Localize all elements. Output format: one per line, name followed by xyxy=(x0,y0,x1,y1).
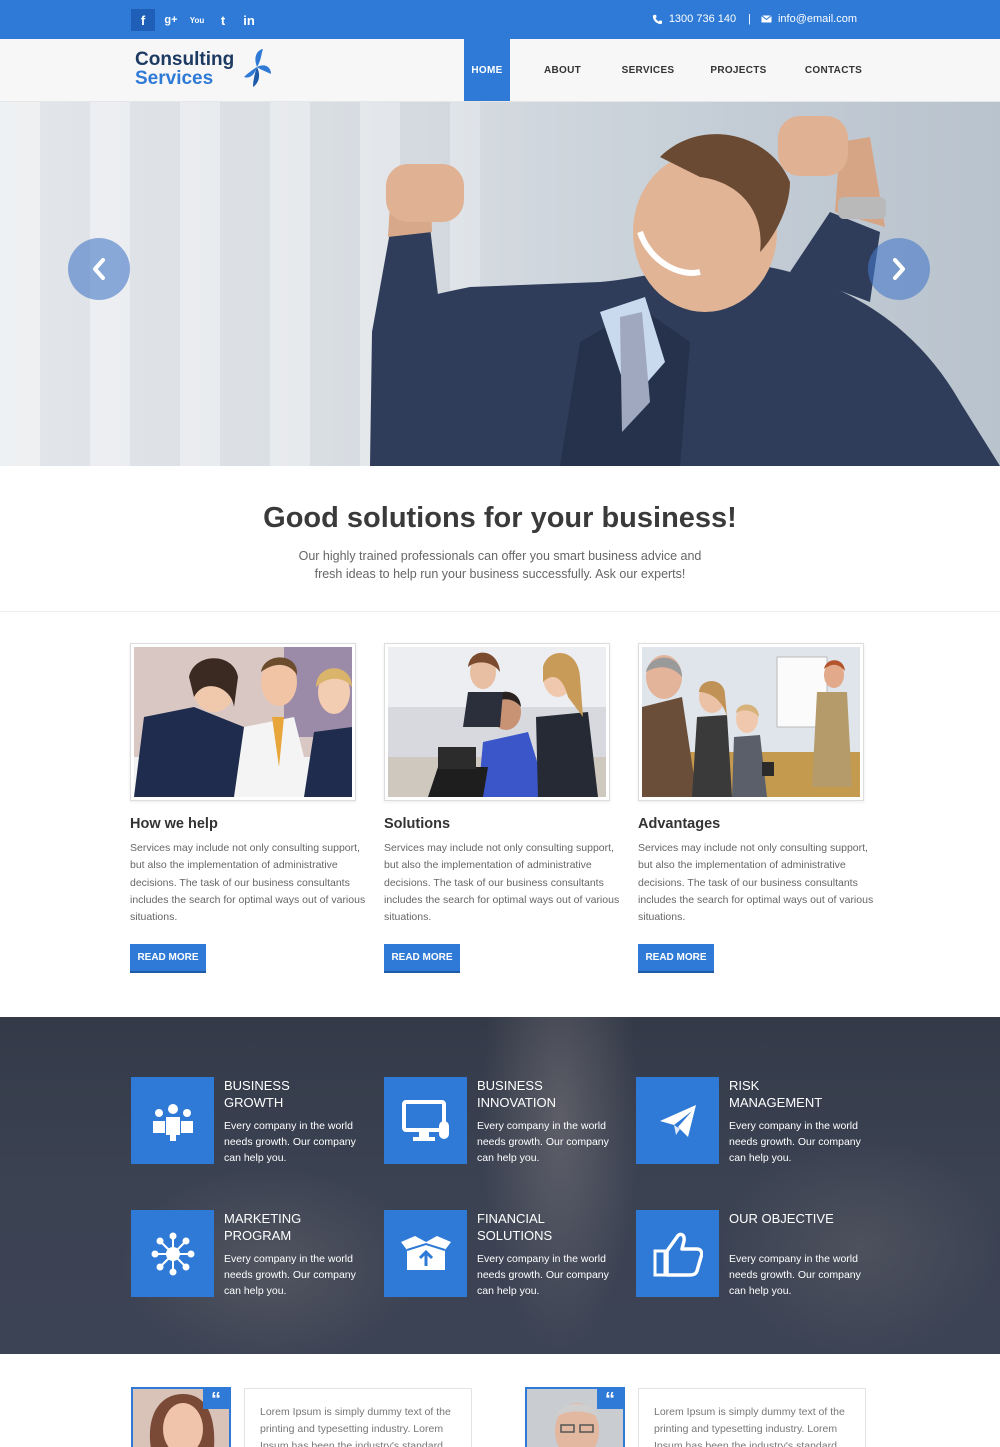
quote-icon: “ xyxy=(203,1387,229,1411)
service-our-objective[interactable]: OUR OBJECTIVE Every company in the world… xyxy=(636,1210,876,1298)
feature-solutions: Solutions Services may include not only … xyxy=(384,643,624,973)
google-plus-icon[interactable]: g+ xyxy=(158,9,184,31)
logo-line2: Services xyxy=(135,68,214,89)
testimonial-text: Lorem Ipsum is simply dummy text of the … xyxy=(638,1388,866,1447)
band-background xyxy=(480,1017,640,1354)
team-icon xyxy=(131,1077,214,1164)
chevron-left-icon xyxy=(93,258,105,280)
service-text: Every company in the world needs growth.… xyxy=(224,1253,356,1297)
email-link[interactable]: info@email.com xyxy=(778,13,857,25)
service-text: Every company in the world needs growth.… xyxy=(729,1253,861,1297)
facebook-icon[interactable]: f xyxy=(131,9,155,31)
hero-image xyxy=(370,116,1000,466)
slider-next-button[interactable] xyxy=(868,238,930,300)
service-title: RISK MANAGEMENT xyxy=(729,1078,823,1110)
feature-photo xyxy=(638,643,864,801)
feature-photo xyxy=(130,643,356,801)
social-links: f g+ You t in xyxy=(131,9,262,31)
feature-text: Services may include not only consulting… xyxy=(130,842,366,924)
open-box-icon xyxy=(384,1210,467,1297)
site-header: Consulting Services HOME ABOUT SERVICES … xyxy=(0,39,1000,102)
quote-icon: “ xyxy=(597,1387,623,1411)
logo-line1: Consulting xyxy=(135,49,235,70)
feature-text: Services may include not only consulting… xyxy=(638,842,874,924)
service-financial-solutions[interactable]: FINANCIAL SOLUTIONS Every company in the… xyxy=(384,1210,624,1298)
contact-info: 1300 736 140 | info@email.com xyxy=(652,13,857,25)
section-divider xyxy=(0,611,1000,612)
slider-prev-button[interactable] xyxy=(68,238,130,300)
chevron-right-icon xyxy=(893,258,905,280)
network-icon xyxy=(131,1210,214,1297)
envelope-icon xyxy=(761,15,772,23)
youtube-icon[interactable]: You xyxy=(184,9,210,31)
paper-plane-icon xyxy=(636,1077,719,1164)
service-risk-management[interactable]: RISK MANAGEMENT Every company in the wor… xyxy=(636,1077,876,1165)
phone-number[interactable]: 1300 736 140 xyxy=(669,13,736,25)
team-photo xyxy=(134,647,352,797)
main-nav: HOME ABOUT SERVICES PROJECTS CONTACTS xyxy=(464,39,871,101)
top-bar: f g+ You t in 1300 736 140 | info@email.… xyxy=(0,0,1000,39)
hero-slider xyxy=(0,102,1000,466)
nav-projects[interactable]: PROJECTS xyxy=(681,39,796,101)
feature-text: Services may include not only consulting… xyxy=(384,842,620,924)
service-title: FINANCIAL SOLUTIONS xyxy=(477,1211,553,1243)
service-text: Every company in the world needs growth.… xyxy=(477,1120,609,1164)
feature-advantages: Advantages Services may include not only… xyxy=(638,643,878,973)
phone-icon xyxy=(652,14,662,24)
site-logo[interactable]: Consulting Services xyxy=(135,49,271,89)
computer-icon xyxy=(384,1077,467,1164)
feature-title: Solutions xyxy=(384,816,451,832)
contact-separator: | xyxy=(748,13,751,25)
service-text: Every company in the world needs growth.… xyxy=(729,1120,861,1164)
nav-services[interactable]: SERVICES xyxy=(615,39,681,101)
service-text: Every company in the world needs growth.… xyxy=(224,1120,356,1164)
feature-how-we-help: How we help Services may include not onl… xyxy=(130,643,370,973)
service-text: Every company in the world needs growth.… xyxy=(477,1253,609,1297)
service-title: BUSINESS GROWTH xyxy=(224,1078,290,1110)
thumbs-up-icon xyxy=(636,1210,719,1297)
nav-contacts[interactable]: CONTACTS xyxy=(796,39,871,101)
logo-mark-icon xyxy=(244,49,271,87)
nav-about[interactable]: ABOUT xyxy=(510,39,615,101)
services-band: BUSINESS GROWTH Every company in the wor… xyxy=(0,1017,1000,1354)
linkedin-icon[interactable]: in xyxy=(236,9,262,31)
intro-title: Good solutions for your business! xyxy=(263,502,737,534)
meeting-photo xyxy=(642,647,860,797)
service-title: OUR OBJECTIVE xyxy=(729,1211,834,1226)
intro-text: Our highly trained professionals can off… xyxy=(298,549,702,581)
feature-title: Advantages xyxy=(638,816,721,832)
nav-home[interactable]: HOME xyxy=(464,39,510,101)
service-business-growth[interactable]: BUSINESS GROWTH Every company in the wor… xyxy=(131,1077,371,1165)
service-business-innovation[interactable]: BUSINESS INNOVATION Every company in the… xyxy=(384,1077,624,1165)
service-title: BUSINESS INNOVATION xyxy=(477,1078,556,1110)
office-photo xyxy=(388,647,606,797)
service-marketing-program[interactable]: MARKETING PROGRAM Every company in the w… xyxy=(131,1210,371,1298)
testimonial-text: Lorem Ipsum is simply dummy text of the … xyxy=(244,1388,472,1447)
read-more-button[interactable]: READ MORE xyxy=(638,944,714,973)
service-title: MARKETING PROGRAM xyxy=(224,1211,302,1243)
feature-title: How we help xyxy=(130,816,218,832)
feature-photo xyxy=(384,643,610,801)
twitter-icon[interactable]: t xyxy=(210,9,236,31)
read-more-button[interactable]: READ MORE xyxy=(130,944,206,973)
read-more-button[interactable]: READ MORE xyxy=(384,944,460,973)
